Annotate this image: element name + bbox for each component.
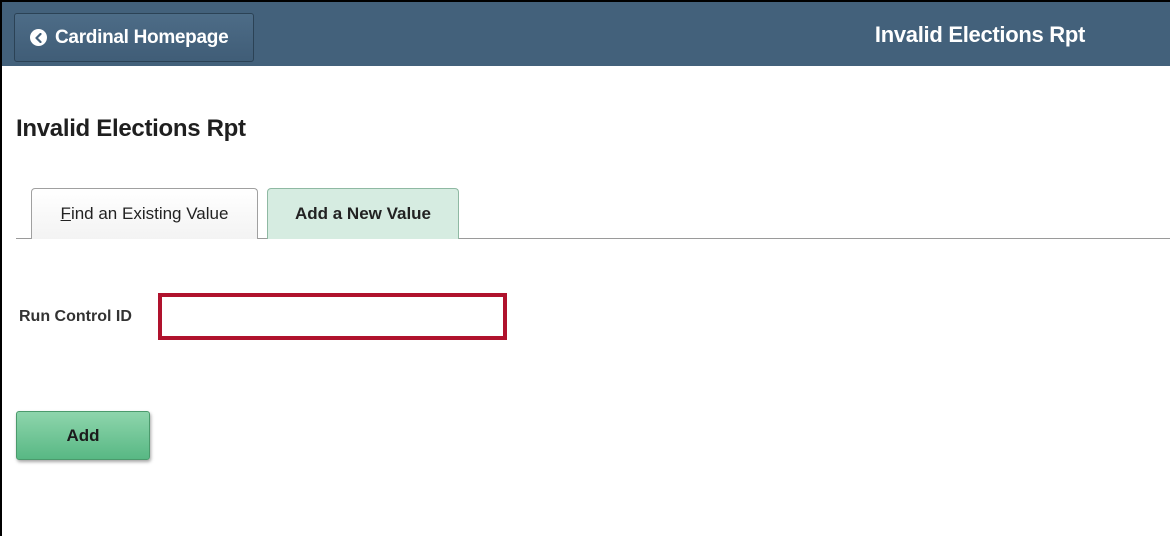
app-frame: Cardinal Homepage Invalid Elections Rpt … xyxy=(0,0,1170,536)
cardinal-homepage-button[interactable]: Cardinal Homepage xyxy=(14,13,254,62)
page-title: Invalid Elections Rpt xyxy=(16,115,246,142)
tab-add-new-value[interactable]: Add a New Value xyxy=(267,188,459,239)
banner-title: Invalid Elections Rpt xyxy=(874,22,1085,47)
run-control-id-input[interactable] xyxy=(158,293,507,340)
tab-label: Find an Existing Value xyxy=(60,204,229,223)
tab-label: Add a New Value xyxy=(294,204,432,223)
top-banner: Cardinal Homepage Invalid Elections Rpt xyxy=(2,2,1170,66)
run-control-id-label: Run Control ID xyxy=(19,308,132,325)
chevron-left-icon xyxy=(30,29,47,46)
add-button[interactable]: Add xyxy=(16,411,150,460)
tab-find-existing-value[interactable]: Find an Existing Value xyxy=(31,188,258,239)
home-button-label: Cardinal Homepage xyxy=(55,26,229,48)
tab-bar: Find an Existing Value Add a New Value xyxy=(16,188,1170,239)
